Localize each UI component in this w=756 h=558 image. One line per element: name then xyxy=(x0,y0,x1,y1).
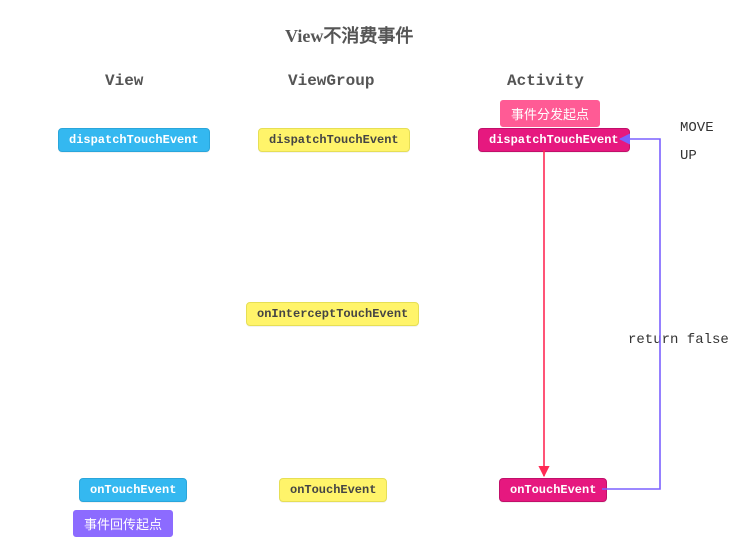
badge-return-start: 事件回传起点 xyxy=(73,510,173,537)
node-act-dispatch: dispatchTouchEvent xyxy=(478,128,630,152)
node-view-dispatch: dispatchTouchEvent xyxy=(58,128,210,152)
node-view-touch: onTouchEvent xyxy=(79,478,187,502)
diagram-title: View不消费事件 xyxy=(285,22,413,48)
node-vg-dispatch: dispatchTouchEvent xyxy=(258,128,410,152)
node-vg-touch: onTouchEvent xyxy=(279,478,387,502)
badge-dispatch-start: 事件分发起点 xyxy=(500,100,600,127)
label-move: MOVE xyxy=(680,120,714,136)
col-header-viewgroup: ViewGroup xyxy=(288,72,374,90)
label-up: UP xyxy=(680,148,697,164)
col-header-view: View xyxy=(105,72,143,90)
node-act-touch: onTouchEvent xyxy=(499,478,607,502)
col-header-activity: Activity xyxy=(507,72,584,90)
label-return-false: return false xyxy=(628,332,729,348)
arrow-return-false xyxy=(602,139,660,489)
node-vg-intercept: onInterceptTouchEvent xyxy=(246,302,419,326)
